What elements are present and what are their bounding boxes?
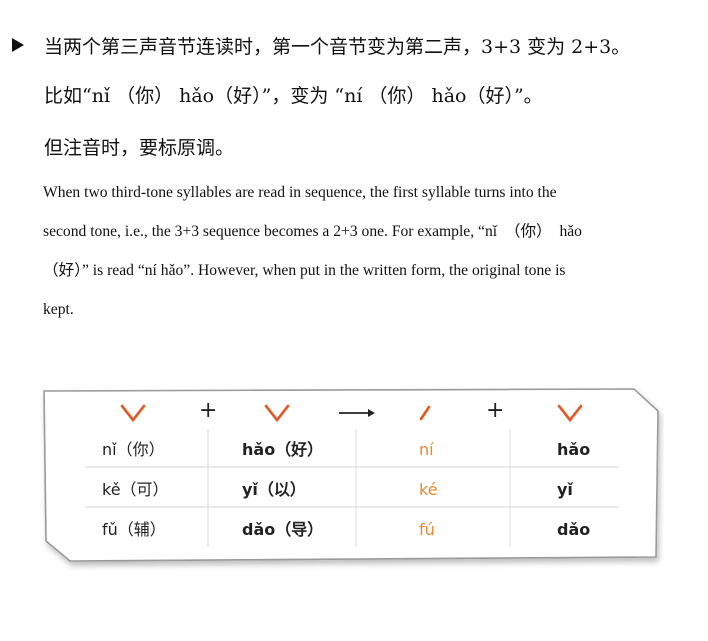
rule-note-text: 但注音时，要标原调。: [44, 137, 235, 159]
second-tone-mark-icon: [419, 405, 431, 421]
translation-line-4: kept.: [43, 301, 74, 318]
table-cell-first-syllable: nǐ（你）: [102, 440, 165, 459]
table-cell-second-syllable: yǐ（以）: [242, 480, 306, 499]
right-arrow-icon: [339, 409, 375, 417]
translation-line-2: second tone, i.e., the 3+3 sequence beco…: [43, 223, 582, 240]
plus-sign: +: [486, 398, 505, 423]
third-tone-mark-icon: [264, 404, 290, 423]
tone-sandhi-card: + + nǐ（你） hǎo（好） ní hǎo kě（可） yǐ（以） ké y…: [40, 385, 664, 571]
table-cell-result-second: hǎo: [557, 440, 591, 459]
table-cell-result-second: yǐ: [557, 480, 573, 499]
table-cell-second-syllable: hǎo（好）: [242, 440, 324, 459]
third-tone-mark-icon: [557, 404, 583, 423]
table-cell-second-syllable: dǎo（导）: [242, 520, 324, 539]
table-cell-result-first: ké: [419, 480, 438, 499]
rule-bullet-text: 当两个第三声音节连读时，第一个音节变为第二声，3+3 变为 2+3。: [44, 35, 631, 58]
table-cell-result-second: dǎo: [557, 520, 591, 539]
plus-sign: +: [199, 398, 218, 423]
rule-bullet-line: 当两个第三声音节连读时，第一个音节变为第二声，3+3 变为 2+3。: [10, 30, 700, 60]
table-cell-result-first: ní: [419, 440, 434, 459]
third-tone-mark-icon: [120, 404, 146, 423]
table-cell-result-first: fú: [419, 520, 435, 539]
rule-example-text: 比如“nǐ （你） hǎo（好）”，变为 “ní （你） hǎo（好）”。: [44, 85, 543, 107]
table-cell-first-syllable: kě（可）: [102, 480, 169, 499]
translation-line-1: When two third-tone syllables are read i…: [43, 184, 557, 201]
translation-line-3: （好）” is read “ní hǎo”. However, when put…: [43, 262, 566, 279]
table-cell-first-syllable: fǔ（辅）: [102, 520, 166, 539]
bullet-arrow-icon: [12, 38, 24, 52]
